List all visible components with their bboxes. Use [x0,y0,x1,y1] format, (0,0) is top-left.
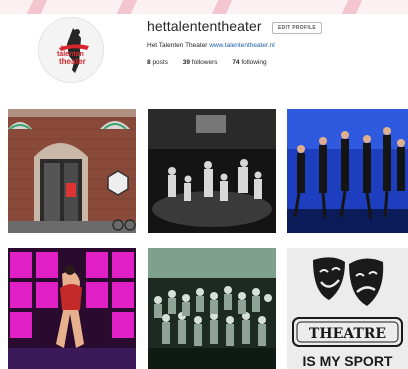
posts-stat: 8 posts [147,59,168,66]
profile-full-name: Het Talenten Theater [147,42,208,49]
post-tile-1[interactable] [8,109,136,233]
followers-label: followers [191,59,218,66]
is-my-sport-text: IS MY SPORT [303,353,393,369]
post-tile-4[interactable] [8,248,136,369]
post-tile-6[interactable]: THEATRE IS MY SPORT [287,248,408,369]
following-count: 74 [232,59,240,66]
profile-avatar[interactable]: het talenten theater [38,17,104,83]
following-stat[interactable]: 74 following [232,59,266,66]
theatre-text: THEATRE [309,326,386,342]
following-label: following [241,59,267,66]
followers-count: 39 [182,59,191,66]
top-decorative-strip [0,0,408,14]
theater-logo-icon: het talenten theater [39,18,103,82]
profile-username: hettalententheater [147,18,262,34]
theatre-masks-image: THEATRE IS MY SPORT [287,248,408,369]
group-stage-image [148,248,276,369]
profile-stats: 8 posts 39 followers 74 following [147,59,280,66]
post-tile-5[interactable] [148,248,276,369]
dancers-blue-stage-image [287,109,408,233]
profile-website-link[interactable]: www.talententheater.nl [209,42,274,49]
dancer-magenta-stage-image [8,248,136,369]
edit-profile-button[interactable]: EDIT PROFILE [272,22,322,34]
dance-performance-image [148,109,276,233]
profile-bio: Het Talenten Theater www.talententheater… [147,42,275,49]
post-tile-3[interactable] [287,109,408,233]
post-tile-2[interactable] [148,109,276,233]
posts-count: 8 [147,59,151,66]
logo-text-theater: theater [59,57,86,66]
followers-stat[interactable]: 39 followers [183,59,218,66]
brick-building-image [8,109,136,233]
posts-label: posts [152,59,168,66]
